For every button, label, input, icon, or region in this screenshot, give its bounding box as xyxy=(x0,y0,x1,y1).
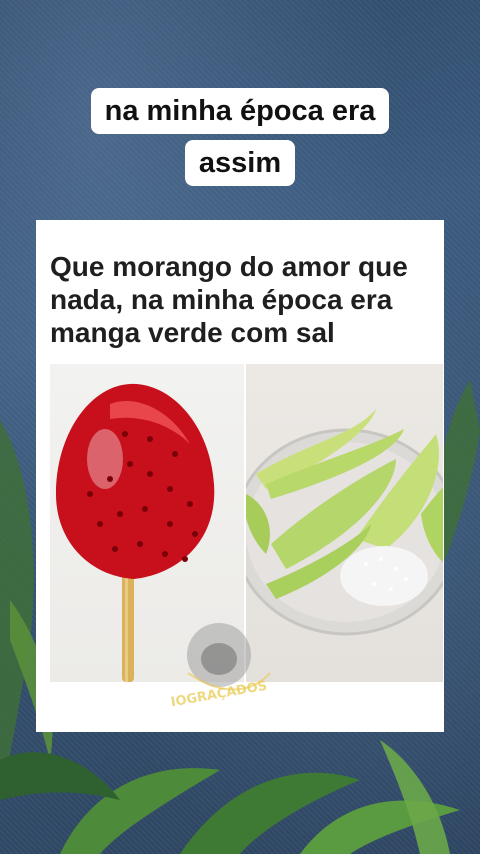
caption-line-2: assim xyxy=(184,140,296,186)
meme-card: Que morango do amor que nada, na minha é… xyxy=(36,220,444,732)
card-text: Que morango do amor que nada, na minha é… xyxy=(50,251,408,348)
watermark: IOGRAÇADOS xyxy=(160,615,278,715)
caption-line-1: na minha época era xyxy=(90,88,390,134)
caption: na minha época era assim xyxy=(0,88,480,186)
